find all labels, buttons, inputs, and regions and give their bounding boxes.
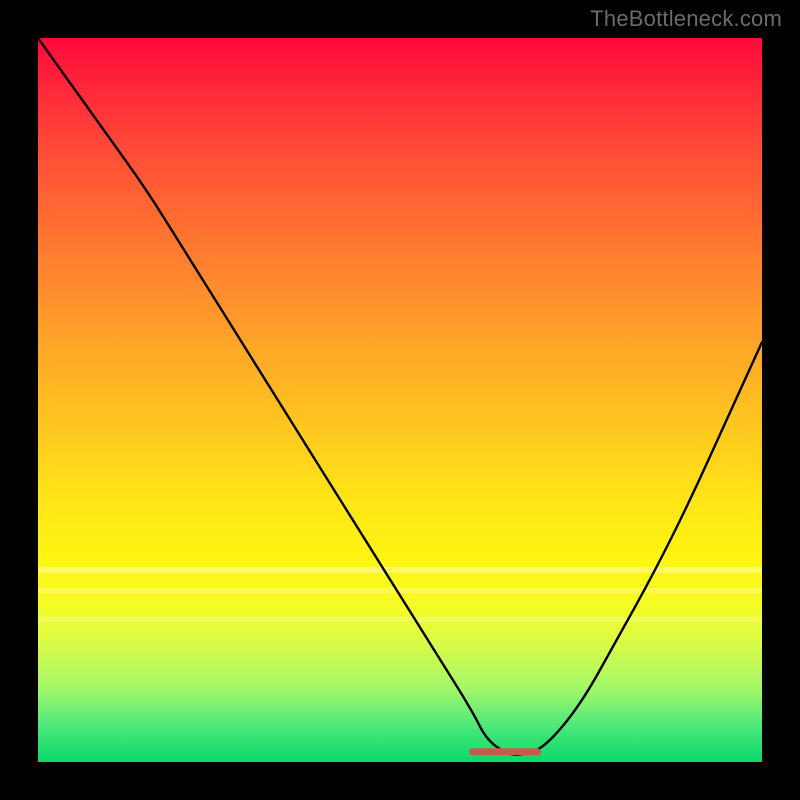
chart-svg: [38, 38, 762, 762]
chart-frame: TheBottleneck.com: [0, 0, 800, 800]
watermark-text: TheBottleneck.com: [590, 6, 782, 32]
plot-area: [38, 38, 762, 762]
bottleneck-curve: [38, 38, 762, 755]
